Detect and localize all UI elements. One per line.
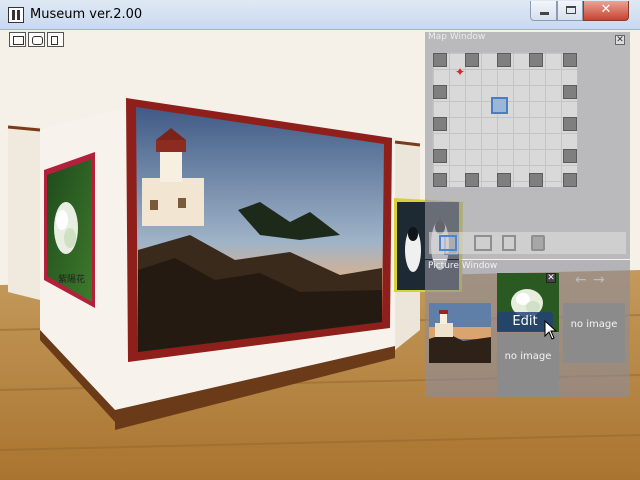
map-wall-cell[interactable] [465,53,479,67]
no-image-label: no image [570,319,618,330]
map-wall-cell[interactable] [563,117,577,131]
close-button[interactable]: ✕ [583,1,629,21]
map-wall-cell[interactable] [433,85,447,99]
map-wall-cell[interactable] [529,53,543,67]
map-wall-cell[interactable] [529,173,543,187]
map-window[interactable]: Map Window ✕ ✦ [425,32,630,259]
map-wall-cell[interactable] [433,53,447,67]
visitor-position-icon: ✦ [455,65,466,79]
door-tool-icon[interactable] [502,235,516,251]
floor-map-grid[interactable]: ✦ [432,52,578,188]
picture-slot-empty[interactable]: no image [563,303,625,363]
title-bar: Museum ver.2.00 ✕ [0,0,640,30]
wall-tool-icon[interactable] [439,235,457,251]
minimize-button[interactable] [530,1,557,21]
previous-page-icon[interactable]: ← [575,273,587,287]
map-wall-cell[interactable] [563,173,577,187]
map-window-title: Map Window [428,32,486,42]
map-wall-cell[interactable] [563,53,577,67]
picture-window[interactable]: Picture Window ✕ Edit no image no image … [425,260,630,397]
next-page-icon[interactable]: → [593,273,605,287]
picture-slot-lighthouse[interactable] [429,303,491,363]
map-window-close-button[interactable]: ✕ [615,35,625,45]
minimize-icon [540,12,549,15]
map-wall-cell[interactable] [433,149,447,163]
maximize-icon [566,6,576,14]
window-title: Museum ver.2.00 [30,7,143,22]
map-wall-cell[interactable] [433,173,447,187]
picture-window-title: Picture Window [428,261,498,271]
exit-icon[interactable] [47,32,64,47]
box-tool-icon[interactable] [531,235,545,251]
close-icon: ✕ [600,2,612,17]
map-wall-cell[interactable] [497,173,511,187]
museum-app-icon [8,7,24,23]
save-view-icon[interactable] [9,32,26,47]
picture-window-close-button[interactable]: ✕ [546,273,556,283]
map-wall-cell[interactable] [563,149,577,163]
flower-caption: 紫陽花 [58,275,86,285]
maximize-button[interactable] [557,1,583,21]
lighthouse-thumbnail [429,303,491,363]
selected-map-cell[interactable] [491,97,508,114]
map-wall-cell[interactable] [563,85,577,99]
map-toolbar [429,232,626,254]
map-wall-cell[interactable] [465,173,479,187]
map-wall-cell[interactable] [497,53,511,67]
mouse-cursor-icon [544,320,558,340]
no-image-label: no image [504,351,552,362]
map-wall-cell[interactable] [433,117,447,131]
frame-tool-icon[interactable] [474,235,492,251]
camera-icon[interactable] [28,32,45,47]
picture-slot-empty[interactable]: no image [497,333,559,395]
